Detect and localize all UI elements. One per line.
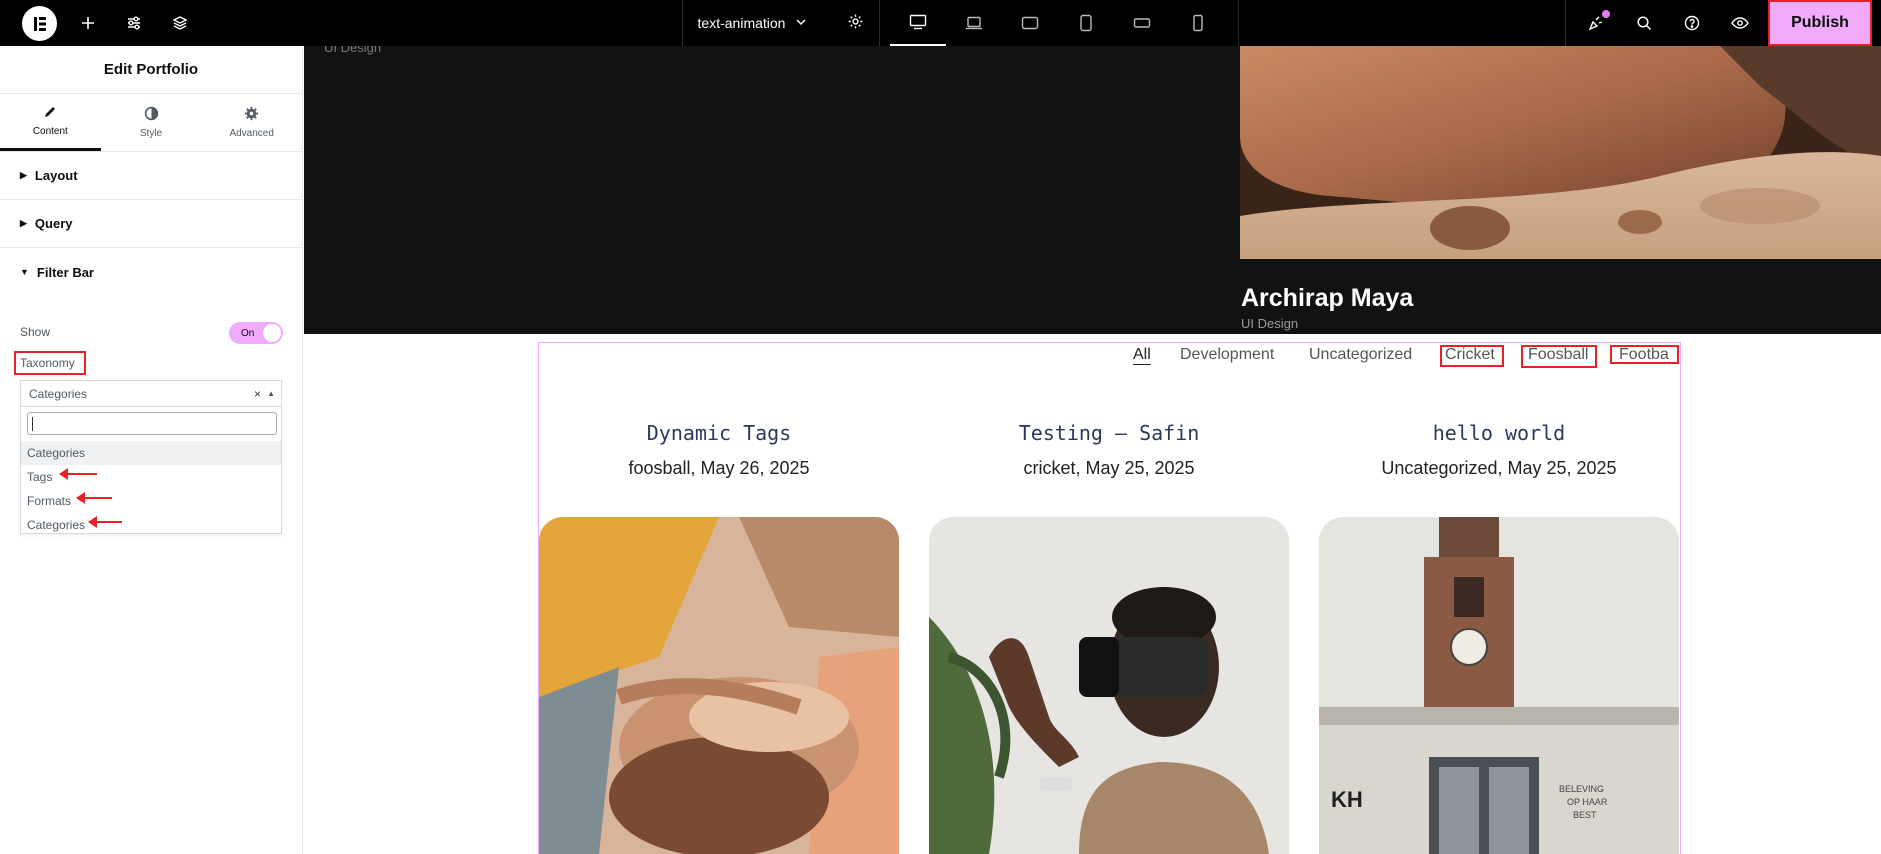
card-title[interactable]: hello world	[1319, 421, 1679, 445]
document-title-dropdown[interactable]: text-animation	[682, 0, 880, 46]
building-sign-text: OP HAAR	[1567, 797, 1608, 807]
annotation-box	[1521, 345, 1597, 368]
caret-down-icon: ▼	[20, 267, 29, 277]
top-bar: text-animation Publish	[0, 0, 1881, 46]
layers-icon[interactable]	[166, 0, 194, 46]
card-meta: cricket, May 25, 2025	[1023, 458, 1195, 478]
annotation-box	[1610, 345, 1679, 364]
gear-icon	[244, 106, 259, 124]
mobile-landscape-icon[interactable]	[1114, 0, 1170, 46]
search-icon[interactable]	[1630, 0, 1658, 46]
card-title[interactable]: Testing – Safin	[929, 421, 1289, 445]
toggle-knob	[263, 324, 281, 342]
filter-uncategorized[interactable]: Uncategorized	[1309, 346, 1412, 364]
section-label: Query	[34, 216, 73, 231]
hero-rock-image	[1240, 46, 1881, 259]
card-meta: foosball, May 26, 2025	[628, 458, 810, 478]
gear-icon[interactable]	[847, 13, 864, 33]
caret-right-icon: ▶	[20, 170, 27, 180]
caret-right-icon: ▶	[20, 218, 27, 228]
preview-eye-icon[interactable]	[1726, 0, 1754, 46]
plus-icon[interactable]	[74, 0, 102, 46]
dropdown-option[interactable]: Categories	[21, 513, 281, 537]
tab-advanced[interactable]: Advanced	[201, 94, 302, 151]
divider	[1565, 0, 1566, 46]
card-title[interactable]: Dynamic Tags	[539, 421, 899, 445]
hero-subtitle-left: UI Design	[324, 46, 382, 55]
annotation-box	[1440, 345, 1504, 367]
panel-tabs: Content Style Advanced	[0, 94, 302, 152]
publish-button[interactable]: Publish	[1768, 0, 1872, 46]
divider	[1238, 0, 1239, 46]
sliders-icon[interactable]	[120, 0, 148, 46]
building-sign-text: BELEVING	[1559, 784, 1604, 794]
elementor-logo-icon[interactable]	[22, 6, 57, 41]
select-value: Categories	[29, 386, 88, 401]
hero-subtitle: UI Design	[1241, 316, 1299, 331]
show-toggle[interactable]: On	[229, 322, 283, 344]
clear-icon[interactable]: ×	[254, 387, 261, 401]
chevron-down-icon	[795, 15, 807, 31]
taxonomy-select[interactable]: Categories × ▲	[20, 380, 282, 406]
dropdown-option[interactable]: Formats	[21, 489, 281, 513]
panel-title: Edit Portfolio	[0, 46, 302, 94]
toggle-label: On	[241, 327, 255, 339]
hero-title: Archirap Maya	[1241, 284, 1414, 312]
dropdown-search-input[interactable]	[27, 412, 277, 435]
tab-label: Advanced	[229, 128, 274, 139]
help-icon[interactable]	[1678, 0, 1706, 46]
hero-section: UI Design Archirap Maya UI Design	[304, 46, 1881, 334]
mobile-portrait-icon[interactable]	[1170, 0, 1226, 46]
card-meta: Uncategorized, May 25, 2025	[1381, 458, 1617, 478]
dropdown-option[interactable]: Categories	[21, 441, 281, 465]
laptop-icon[interactable]	[946, 0, 1002, 46]
section-filter-bar[interactable]: ▼ Filter Bar	[0, 248, 302, 296]
section-layout[interactable]: ▶ Layout	[0, 152, 302, 200]
caret-up-icon: ▲	[267, 389, 275, 398]
card-image-building[interactable]: KH BELEVING OP HAAR BEST	[1319, 517, 1679, 854]
building-sign-text: BEST	[1573, 810, 1597, 820]
tablet-portrait-icon[interactable]	[1058, 0, 1114, 46]
contrast-icon	[144, 106, 159, 124]
text-cursor	[32, 417, 33, 431]
building-sign-logo: KH	[1331, 787, 1363, 812]
tab-label: Style	[139, 128, 163, 139]
annotation-arrow	[59, 468, 97, 480]
annotation-box	[14, 351, 86, 375]
section-label: Filter Bar	[36, 264, 94, 280]
card-image-hands[interactable]	[539, 517, 899, 854]
document-title: text-animation	[697, 15, 786, 31]
annotation-arrow	[76, 492, 112, 504]
tab-label: Content	[32, 126, 68, 137]
show-label: Show	[20, 325, 51, 339]
filter-development[interactable]: Development	[1180, 346, 1274, 364]
tablet-landscape-icon[interactable]	[1002, 0, 1058, 46]
whats-new-icon[interactable]	[1582, 0, 1610, 46]
filter-all[interactable]: All	[1133, 346, 1151, 364]
section-query[interactable]: ▶ Query	[0, 200, 302, 248]
card-image-vr[interactable]	[929, 517, 1289, 854]
desktop-icon[interactable]	[890, 0, 946, 46]
notification-dot	[1602, 10, 1610, 18]
annotation-arrow	[88, 516, 122, 528]
tab-content[interactable]: Content	[0, 94, 101, 151]
tab-style[interactable]: Style	[101, 94, 202, 151]
section-label: Layout	[34, 168, 78, 183]
pencil-icon	[43, 105, 57, 122]
